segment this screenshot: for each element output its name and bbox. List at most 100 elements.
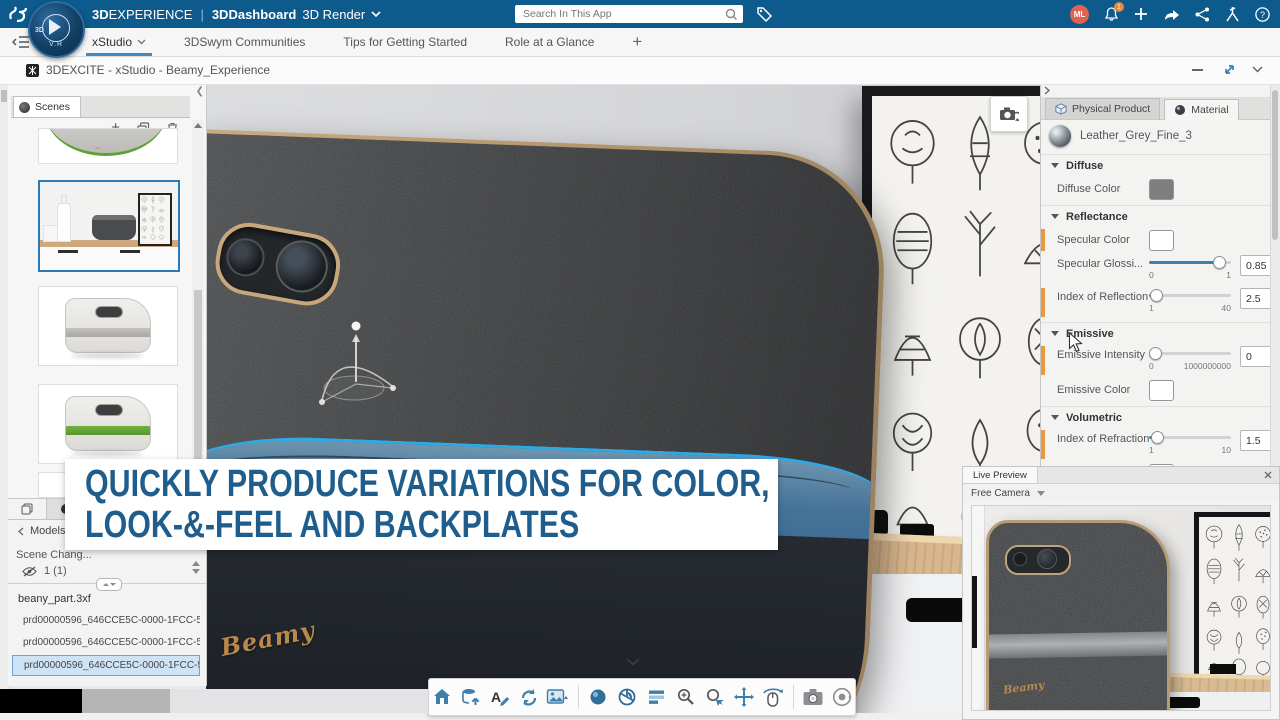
tree-item-selected[interactable]: prd00000596_646CCE5C-0000-1FCC-5C47... bbox=[12, 655, 200, 676]
scenes-icon bbox=[19, 102, 30, 113]
diffuse-color-swatch[interactable] bbox=[1149, 179, 1174, 200]
zoom-select-button[interactable] bbox=[702, 683, 727, 711]
brand-separator: | bbox=[200, 7, 203, 22]
collapse-window-icon[interactable] bbox=[1252, 66, 1263, 73]
tab-scenes[interactable]: Scenes bbox=[13, 96, 81, 117]
section-volumetric[interactable]: Volumetric bbox=[1041, 406, 1280, 428]
add-content-icon[interactable] bbox=[1134, 7, 1148, 21]
tab-3dswym-communities[interactable]: 3DSwym Communities bbox=[178, 28, 311, 56]
models-breadcrumb[interactable]: Models bbox=[18, 525, 65, 537]
row-label: Index of Refraction bbox=[1057, 433, 1149, 445]
collapse-right-panel-icon[interactable] bbox=[1041, 84, 1280, 97]
tab-tips[interactable]: Tips for Getting Started bbox=[337, 28, 473, 56]
emissive-color-swatch[interactable] bbox=[1149, 380, 1174, 401]
collapse-left-panel-icon[interactable]: ❮ bbox=[196, 86, 204, 97]
minimize-button[interactable] bbox=[1192, 69, 1203, 71]
tree-item[interactable]: prd00000596_646CCE5C-0000-1FCC-5C470... bbox=[12, 611, 200, 630]
glossiness-slider[interactable]: 0 1 bbox=[1149, 255, 1231, 281]
reflection-slider[interactable]: 1 40 bbox=[1149, 288, 1231, 314]
svg-text:A: A bbox=[491, 689, 501, 705]
scroll-up-arrow[interactable] bbox=[194, 123, 202, 128]
3dcompass-play-badge[interactable]: 3D V.R bbox=[28, 1, 85, 58]
section-diffuse[interactable]: Diffuse bbox=[1041, 154, 1280, 176]
hidden-items-row[interactable]: 1 (1) bbox=[22, 565, 67, 577]
preview-dark-sliver bbox=[972, 576, 977, 648]
tag-icon[interactable] bbox=[756, 6, 773, 23]
toolbar-separator bbox=[793, 685, 794, 709]
render-settings-button[interactable] bbox=[644, 683, 669, 711]
panel-splitter[interactable] bbox=[8, 583, 206, 584]
play-icon bbox=[49, 19, 61, 35]
home-view-button[interactable] bbox=[429, 683, 454, 711]
zoom-area-button[interactable] bbox=[673, 683, 698, 711]
tab-role-at-a-glance[interactable]: Role at a Glance bbox=[499, 28, 600, 56]
update-preview-button[interactable] bbox=[990, 96, 1028, 132]
search-input[interactable] bbox=[515, 8, 725, 20]
3ds-logo-icon[interactable] bbox=[8, 4, 30, 24]
sync-update-button[interactable] bbox=[516, 683, 541, 711]
scenes-scrollbar[interactable] bbox=[192, 120, 204, 492]
emissive-intensity-value[interactable]: 0 bbox=[1241, 347, 1273, 366]
user-avatar[interactable]: ML bbox=[1070, 5, 1089, 24]
share-nodes-icon[interactable] bbox=[1195, 7, 1210, 22]
reflection-value[interactable]: 2.5 bbox=[1241, 289, 1273, 308]
menu-expand-icon[interactable] bbox=[12, 35, 30, 49]
share-arrow-icon[interactable] bbox=[1163, 7, 1180, 22]
material-panel-scrollbar[interactable] bbox=[1270, 84, 1280, 466]
live-preview-tab[interactable]: Live Preview bbox=[963, 467, 1038, 483]
slider-max: 1000000000 bbox=[1184, 361, 1231, 371]
database-up-icon bbox=[460, 686, 482, 708]
refraction-value[interactable]: 1.5 bbox=[1241, 431, 1273, 450]
tab-physical-product[interactable]: Physical Product bbox=[1045, 98, 1160, 119]
viewport-chevron-down-icon[interactable] bbox=[626, 658, 640, 666]
scrollbar-thumb[interactable] bbox=[194, 290, 202, 486]
turntable-capture-button[interactable] bbox=[830, 683, 855, 711]
tree-item[interactable]: prd00000596_646CCE5C-0000-1FCC-5C47... bbox=[12, 633, 200, 652]
placement-manipulator[interactable] bbox=[306, 314, 406, 418]
brand-3d: 3D bbox=[92, 7, 109, 22]
refraction-slider[interactable]: 1 10 bbox=[1149, 430, 1231, 456]
3d-viewport[interactable]: Beamy bbox=[206, 84, 1040, 720]
add-tab-button[interactable]: + bbox=[626, 32, 648, 52]
model-file-name[interactable]: beany_part.3xf bbox=[18, 593, 91, 605]
tab-xstudio[interactable]: xStudio bbox=[86, 28, 152, 56]
scene-thumbnail-grey-stripe[interactable] bbox=[38, 286, 178, 366]
product-cube-icon bbox=[1055, 103, 1067, 115]
search-bar[interactable] bbox=[515, 5, 743, 23]
help-icon[interactable]: ? bbox=[1255, 7, 1270, 22]
panel-handle-icon[interactable] bbox=[1, 90, 7, 102]
sync-check-icon bbox=[518, 686, 540, 708]
orbit-button[interactable] bbox=[761, 683, 786, 711]
specular-color-swatch[interactable] bbox=[1149, 230, 1174, 251]
splitter-handle[interactable] bbox=[96, 578, 122, 591]
search-icon[interactable] bbox=[725, 8, 738, 21]
tab-models[interactable] bbox=[8, 499, 47, 519]
brand-page[interactable]: 3D Render bbox=[302, 7, 365, 22]
camera-selector[interactable]: Free Camera bbox=[963, 484, 1279, 502]
tab-material[interactable]: Material bbox=[1164, 99, 1238, 120]
chevron-down-icon[interactable] bbox=[371, 11, 381, 17]
list-spinner[interactable] bbox=[192, 561, 200, 574]
scene-thumbnail-selected[interactable] bbox=[38, 180, 180, 272]
scene-thumbnail-green-stripe[interactable] bbox=[38, 384, 178, 464]
material-mode-button[interactable] bbox=[586, 683, 611, 711]
glossiness-value[interactable]: 0.85 bbox=[1241, 256, 1273, 275]
orbit-mouse-icon bbox=[761, 686, 785, 708]
scrollbar-thumb[interactable] bbox=[1272, 90, 1278, 240]
compass-icon[interactable] bbox=[1225, 6, 1240, 22]
import-data-button[interactable] bbox=[458, 683, 483, 711]
pan-button[interactable] bbox=[731, 683, 756, 711]
close-icon[interactable] bbox=[1264, 471, 1272, 479]
live-preview-title: Live Preview bbox=[973, 470, 1027, 481]
expand-button[interactable] bbox=[1222, 62, 1237, 77]
notifications-button[interactable]: 1 bbox=[1104, 6, 1119, 22]
tree-item-label: prd00000596_646CCE5C-0000-1FCC-5C470... bbox=[23, 615, 200, 626]
brand-app: 3DDashboard bbox=[212, 7, 297, 22]
snapshot-button[interactable] bbox=[801, 683, 826, 711]
emissive-intensity-slider[interactable]: 0 1000000000 bbox=[1149, 346, 1231, 372]
annotate-button[interactable]: A bbox=[487, 683, 512, 711]
backplate-button[interactable] bbox=[546, 683, 571, 711]
render-mode-button[interactable] bbox=[615, 683, 640, 711]
section-reflectance[interactable]: Reflectance bbox=[1041, 205, 1280, 227]
scene-thumbnail-partial[interactable]: ~ bbox=[38, 128, 178, 164]
